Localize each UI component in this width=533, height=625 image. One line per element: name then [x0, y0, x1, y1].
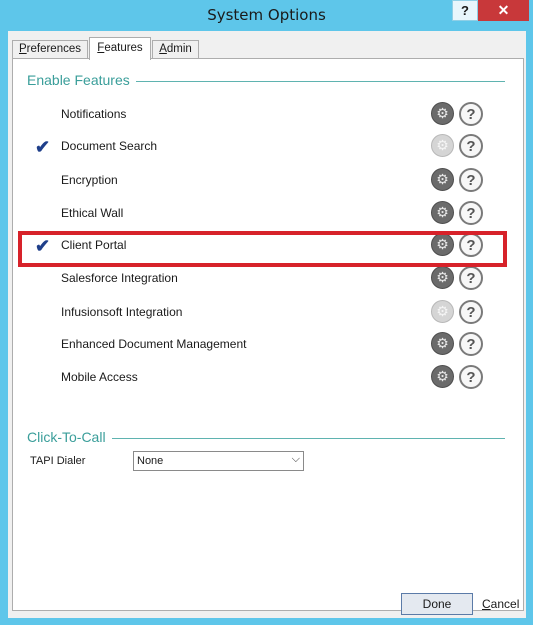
- feature-label: Notifications: [61, 107, 127, 121]
- feature-row[interactable]: ✔ Document Search ⚙?: [13, 131, 525, 163]
- question-icon[interactable]: ?: [459, 233, 483, 257]
- gear-icon: ⚙: [431, 300, 454, 323]
- gear-icon: ⚙: [431, 134, 454, 157]
- question-icon[interactable]: ?: [459, 102, 483, 126]
- enable-features-title: Enable Features: [27, 72, 136, 88]
- question-icon[interactable]: ?: [459, 134, 483, 158]
- feature-row[interactable]: Infusionsoft Integration ⚙?: [13, 297, 525, 329]
- feature-row[interactable]: Notifications ⚙?: [13, 99, 525, 131]
- feature-row[interactable]: Ethical Wall ⚙?: [13, 198, 525, 230]
- question-icon[interactable]: ?: [459, 266, 483, 290]
- tab-admin[interactable]: Admin: [152, 40, 199, 59]
- feature-label: Enhanced Document Management: [61, 337, 247, 351]
- feature-label: Mobile Access: [61, 370, 138, 384]
- tapi-dialer-label: TAPI Dialer: [30, 455, 86, 467]
- tapi-dialer-select[interactable]: None ⌵: [133, 451, 304, 471]
- tab-features[interactable]: Features: [89, 37, 151, 60]
- checkmark-icon: ✔: [35, 236, 51, 256]
- gear-icon[interactable]: ⚙: [431, 332, 454, 355]
- tapi-dialer-value: None: [137, 455, 164, 467]
- tab-label: dmin: [166, 43, 192, 55]
- feature-row[interactable]: Encryption ⚙?: [13, 165, 525, 197]
- enable-features-group: Enable Features: [27, 72, 505, 92]
- gear-icon[interactable]: ⚙: [431, 365, 454, 388]
- question-icon[interactable]: ?: [459, 332, 483, 356]
- feature-row[interactable]: Enhanced Document Management ⚙?: [13, 329, 525, 361]
- features-panel: Enable Features Notifications ⚙? ✔ Document…: [12, 58, 524, 611]
- feature-row[interactable]: Mobile Access ⚙?: [13, 362, 525, 394]
- tab-label: eatures: [104, 42, 143, 54]
- chevron-down-icon: ⌵: [291, 453, 300, 465]
- dialog-body: Preferences Features Admin Enable Featur…: [8, 31, 526, 618]
- gear-icon[interactable]: ⚙: [431, 168, 454, 191]
- cancel-label: ancel: [490, 597, 520, 611]
- feature-row[interactable]: ✔ Client Portal ⚙?: [13, 230, 525, 262]
- cancel-button[interactable]: Cancel: [482, 597, 519, 611]
- question-icon[interactable]: ?: [459, 201, 483, 225]
- tab-label-mnemonic: A: [159, 43, 167, 55]
- close-button[interactable]: ✕: [478, 0, 529, 21]
- feature-label: Document Search: [61, 139, 158, 153]
- tab-label-mnemonic: P: [18, 43, 27, 55]
- gear-icon[interactable]: ⚙: [431, 266, 454, 289]
- question-icon[interactable]: ?: [459, 168, 483, 192]
- tab-preferences[interactable]: Preferences: [12, 40, 88, 59]
- checkmark-icon: ✔: [35, 137, 51, 157]
- feature-label: Encryption: [61, 173, 118, 187]
- click-to-call-group: Click-To-Call: [27, 429, 505, 449]
- feature-label: Client Portal: [61, 238, 127, 252]
- question-icon[interactable]: ?: [459, 365, 483, 389]
- feature-label: Salesforce Integration: [61, 271, 178, 285]
- title-bar: System Options ? ✕: [0, 0, 533, 30]
- feature-label: Infusionsoft Integration: [61, 305, 183, 319]
- gear-icon[interactable]: ⚙: [431, 201, 454, 224]
- feature-label: Ethical Wall: [61, 206, 124, 220]
- question-icon[interactable]: ?: [459, 300, 483, 324]
- help-button[interactable]: ?: [452, 0, 478, 21]
- click-to-call-title: Click-To-Call: [27, 429, 112, 445]
- gear-icon[interactable]: ⚙: [431, 102, 454, 125]
- feature-row[interactable]: Salesforce Integration ⚙?: [13, 263, 525, 295]
- gear-icon[interactable]: ⚙: [431, 233, 454, 256]
- tab-label: references: [26, 43, 81, 55]
- cancel-mnemonic: C: [482, 597, 491, 611]
- done-button[interactable]: Done: [401, 593, 473, 615]
